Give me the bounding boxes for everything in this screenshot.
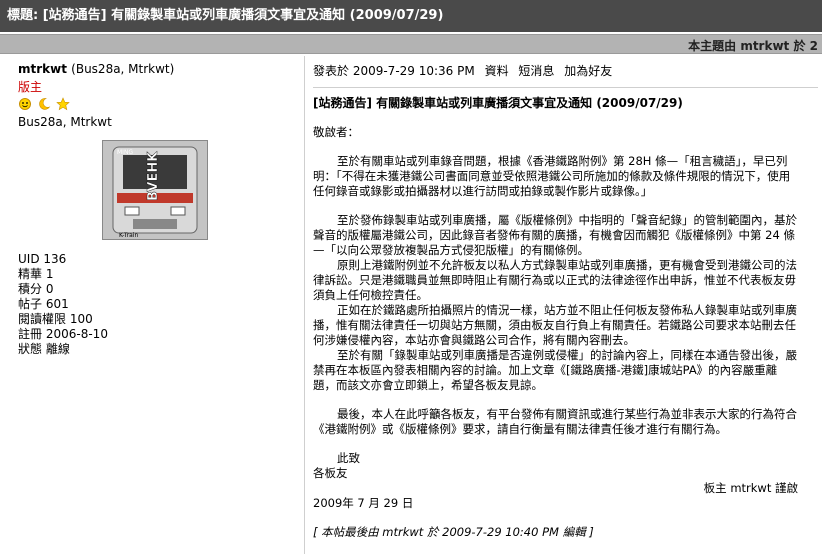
avatar-bottom-text: K-Train [119, 232, 139, 239]
moon-icon [37, 97, 51, 111]
greeting: 敬啟者： [313, 125, 359, 139]
post-meta: 發表於 2009-7-29 10:36 PM 資料 短消息 加為好友 [313, 62, 803, 83]
post-body: 敬啟者： 至於有關車站或列車錄音問題，根據《香港鐵路附例》第 28H 條—「租言… [313, 125, 798, 540]
paragraph: 正如在於鐵路處所拍攝照片的情況一樣，站方並不阻止任何板友發佈私人錄製車站或列車廣… [313, 303, 797, 347]
closing-recipient: 各板友 [313, 466, 348, 480]
stat-row: 閱讀權限 100 [18, 312, 93, 326]
author-nick: (Bus28a, Mtrkwt) [71, 62, 175, 76]
author-line: mtrkwt (Bus28a, Mtrkwt) [18, 62, 303, 76]
post-content: 發表於 2009-7-29 10:36 PM 資料 短消息 加為好友 [站務通告… [313, 62, 818, 540]
paragraph: 至於發佈錄製車站或列車廣播，屬《版權條例》中指明的「聲音紀錄」的管制範圍內，基於… [313, 213, 797, 257]
post-date: 發表於 2009-7-29 10:36 PM [313, 64, 475, 78]
thread-info-text: 本主題由 mtrkwt 於 2 [688, 39, 818, 53]
avatar-top-text: MING [117, 149, 133, 156]
author-panel: mtrkwt (Bus28a, Mtrkwt) 版主 Bus28a, Mtrkw… [18, 62, 303, 356]
avatar: BVEHK MING K-Train [102, 140, 208, 240]
stat-row: 狀態 離線 [18, 342, 70, 356]
paragraph: 至於有關車站或列車錄音問題，根據《香港鐵路附例》第 28H 條—「租言穢語」，早… [313, 154, 791, 198]
column-divider [304, 56, 305, 554]
author-stats: UID 136 精華 1 積分 0 帖子 601 閱讀權限 100 註冊 200… [18, 252, 108, 357]
avatar-vertical-text: BVEHK [146, 151, 161, 201]
thread-title: 標題: [站務通告] 有關錄製車站或列車廣播須文事宜及通知 (2009/07/2… [7, 8, 444, 23]
stat-row: UID 136 [18, 252, 67, 266]
sun-icon [18, 97, 32, 111]
author-name[interactable]: mtrkwt [18, 62, 67, 76]
author-role: 版主 [18, 80, 43, 94]
author-aliases: Bus28a, Mtrkwt [18, 115, 112, 129]
add-friend-link[interactable]: 加為好友 [564, 64, 612, 78]
closing-line: 此致 [337, 451, 360, 465]
post-letter-date: 2009年 7 月 29 日 [313, 496, 414, 510]
star-icon [55, 97, 70, 111]
thread-title-bar: 標題: [站務通告] 有關錄製車站或列車廣播須文事宜及通知 (2009/07/2… [0, 0, 822, 32]
stat-row: 註冊 2006-8-10 [18, 327, 108, 341]
stat-row: 積分 0 [18, 282, 54, 296]
stat-row: 帖子 601 [18, 297, 69, 311]
profile-link[interactable]: 資料 [485, 64, 509, 78]
stat-row: 精華 1 [18, 267, 54, 281]
signature: 板主 mtrkwt 謹啟 [703, 481, 798, 495]
paragraph: 原則上港鐵附例並不允許板友以私人方式錄製車站或列車廣播，更有機會受到港鐵公司的法… [313, 258, 797, 302]
thread-info-bar: 本主題由 mtrkwt 於 2 [0, 34, 822, 54]
post-divider [313, 87, 818, 88]
rank-icons [18, 97, 303, 113]
paragraph: 最後，本人在此呼籲各板友，有平台發佈有關資訊或進行某些行為並非表示大家的行為符合… [313, 407, 797, 436]
paragraph: 至於有關「錄製車站或列車廣播是否違例或侵權」的討論內容上，同樣在本通告發出後，嚴… [313, 348, 797, 392]
pm-link[interactable]: 短消息 [518, 64, 554, 78]
post-title: [站務通告] 有關錄製車站或列車廣播須文事宜及通知 (2009/07/29) [313, 96, 683, 110]
edit-note: [ 本帖最後由 mtrkwt 於 2009-7-29 10:40 PM 編輯 ] [313, 525, 594, 539]
